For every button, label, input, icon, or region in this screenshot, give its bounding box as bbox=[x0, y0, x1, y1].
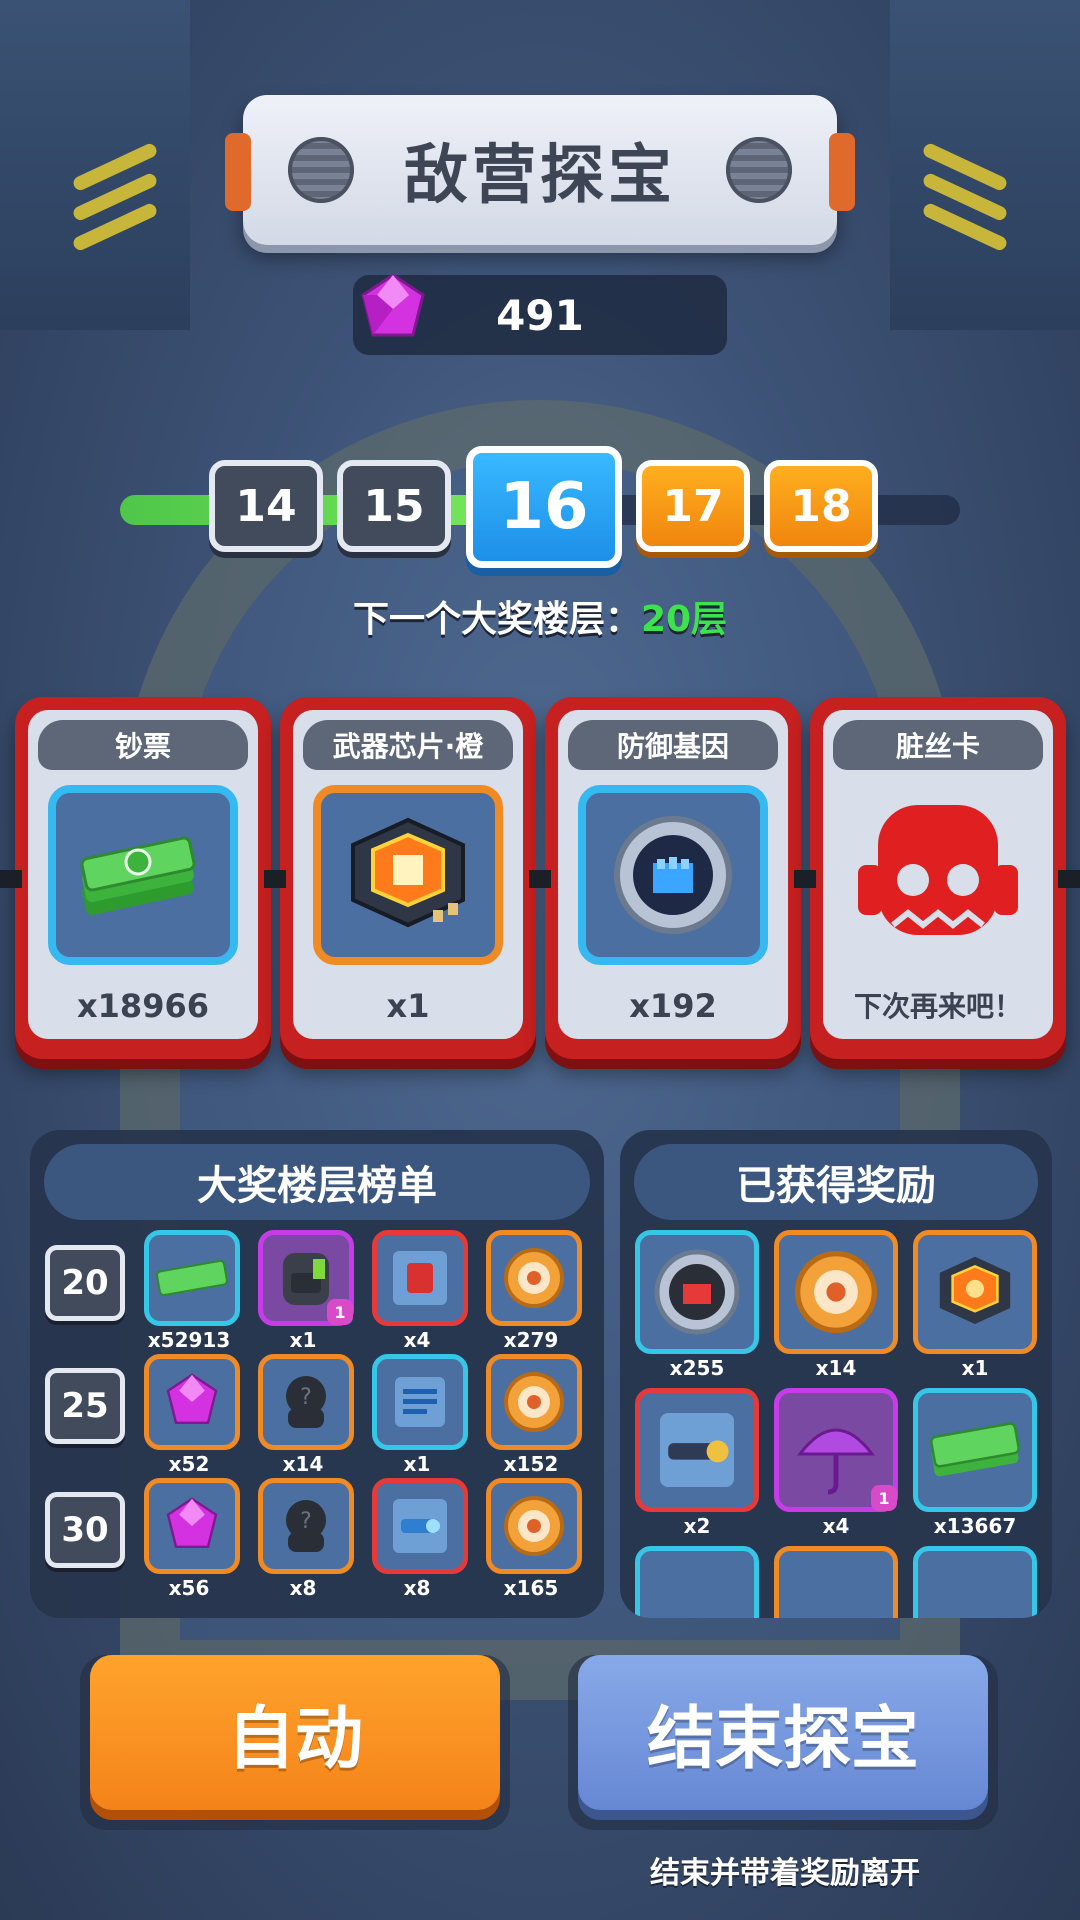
card-title: 武器芯片·橙 bbox=[303, 720, 513, 770]
earned-rewards-panel: 已获得奖励 x255 x14 x1 x2 1 x4 x13667 bbox=[620, 1130, 1052, 1618]
item-qty: x14 bbox=[815, 1356, 857, 1380]
reward-card-empty[interactable]: 脏丝卡 下次再来吧！ bbox=[810, 697, 1066, 1059]
card-connector bbox=[794, 870, 816, 888]
fist-gene-icon[interactable] bbox=[635, 1230, 759, 1354]
card-connector bbox=[264, 870, 286, 888]
floor-14: 14 bbox=[209, 460, 323, 552]
cash-icon bbox=[80, 836, 196, 915]
blueprint-icon[interactable] bbox=[372, 1354, 468, 1450]
defense-gene-icon bbox=[614, 816, 732, 934]
target-coin-icon[interactable] bbox=[486, 1230, 582, 1326]
cash-icon[interactable] bbox=[913, 1388, 1037, 1512]
defense-gene-icon[interactable] bbox=[913, 1546, 1037, 1618]
card-connector bbox=[529, 870, 551, 888]
item-qty: x8 bbox=[289, 1576, 317, 1600]
panel-title: 大奖楼层榜单 bbox=[44, 1144, 590, 1220]
jackpot-row-floor: 25 bbox=[45, 1368, 125, 1444]
gem-counter: 491 bbox=[353, 273, 727, 355]
card-icon-frame bbox=[578, 785, 768, 965]
reward-card-cash[interactable]: 钞票 x18966 bbox=[15, 697, 271, 1059]
end-button-wrap: 结束探宝 bbox=[568, 1655, 998, 1830]
item-qty: x52913 bbox=[147, 1328, 231, 1352]
bolt-icon bbox=[726, 137, 792, 203]
jackpot-row-floor: 30 bbox=[45, 1492, 125, 1568]
background-wall-right bbox=[890, 0, 1080, 330]
card-quantity: x1 bbox=[386, 987, 430, 1025]
item-qty: x14 bbox=[282, 1452, 324, 1476]
panel-title: 已获得奖励 bbox=[634, 1144, 1038, 1220]
gem-icon[interactable] bbox=[144, 1478, 240, 1574]
floor-17: 17 bbox=[636, 460, 750, 552]
next-jackpot-label: 下一个大奖楼层： bbox=[352, 599, 641, 640]
gem-icon bbox=[361, 273, 425, 337]
gear-chip-icon[interactable] bbox=[913, 1230, 1037, 1354]
mystery-icon[interactable]: ? bbox=[258, 1354, 354, 1450]
next-jackpot-value: 20层 bbox=[640, 599, 728, 640]
floor-18: 18 bbox=[764, 460, 878, 552]
item-qty: x8 bbox=[403, 1576, 431, 1600]
item-qty: x1 bbox=[403, 1452, 431, 1476]
skull-monster-icon bbox=[858, 805, 1018, 935]
card-connector bbox=[1058, 870, 1080, 888]
page-title: 敌营探宝 bbox=[404, 139, 676, 213]
umbrella-icon[interactable]: 1 bbox=[774, 1388, 898, 1512]
svg-text:?: ? bbox=[300, 1509, 312, 1534]
item-qty: x4 bbox=[822, 1514, 850, 1538]
reward-card-defense-gene[interactable]: 防御基因 x192 bbox=[545, 697, 801, 1059]
backpack-icon[interactable]: 1 bbox=[258, 1230, 354, 1326]
cash-icon[interactable] bbox=[144, 1230, 240, 1326]
card-quantity: 下次再来吧！ bbox=[853, 990, 1022, 1023]
reward-card-weapon-chip[interactable]: 武器芯片·橙 x1 bbox=[280, 697, 536, 1059]
item-qty: x56 bbox=[168, 1576, 210, 1600]
item-qty: x2 bbox=[683, 1514, 711, 1538]
item-qty: x4 bbox=[403, 1328, 431, 1352]
blueprint-icon[interactable] bbox=[635, 1546, 759, 1618]
background-wall-left bbox=[0, 0, 190, 330]
item-qty: x52 bbox=[168, 1452, 210, 1476]
card-quantity: x192 bbox=[629, 987, 717, 1025]
item-badge: 1 bbox=[871, 1485, 897, 1511]
gem-count: 491 bbox=[496, 290, 584, 340]
card-icon-frame bbox=[313, 785, 503, 965]
card-title: 钞票 bbox=[38, 720, 248, 770]
floor-16-current: 16 bbox=[466, 446, 622, 568]
card-title: 防御基因 bbox=[568, 720, 778, 770]
jackpot-row-floor: 20 bbox=[45, 1245, 125, 1321]
next-jackpot-floor: 下一个大奖楼层：20层 bbox=[0, 590, 1080, 642]
card-icon-frame bbox=[48, 785, 238, 965]
auto-button[interactable]: 自动 bbox=[90, 1655, 500, 1810]
item-qty: x279 bbox=[503, 1328, 559, 1352]
weapon-card-icon[interactable] bbox=[372, 1478, 468, 1574]
auto-button-wrap: 自动 bbox=[80, 1655, 510, 1830]
end-hint-text: 结束并带着奖励离开 bbox=[650, 1856, 920, 1891]
armor-card-icon[interactable] bbox=[372, 1230, 468, 1326]
title-plate: 敌营探宝 bbox=[225, 95, 855, 245]
item-qty: x152 bbox=[503, 1452, 559, 1476]
mystery-icon[interactable]: ? bbox=[258, 1478, 354, 1574]
svg-text:?: ? bbox=[300, 1385, 312, 1410]
item-qty: x165 bbox=[503, 1576, 559, 1600]
floor-15: 15 bbox=[337, 460, 451, 552]
item-qty: x1 bbox=[289, 1328, 317, 1352]
cannon-card-icon[interactable] bbox=[635, 1388, 759, 1512]
item-qty: x1 bbox=[961, 1356, 989, 1380]
item-qty: x255 bbox=[669, 1356, 725, 1380]
card-connector bbox=[0, 870, 22, 888]
end-exploration-button[interactable]: 结束探宝 bbox=[578, 1655, 988, 1810]
weapon-chip-icon bbox=[351, 817, 465, 928]
item-qty: x13667 bbox=[933, 1514, 1017, 1538]
target-coin-icon[interactable] bbox=[486, 1478, 582, 1574]
gem-icon[interactable] bbox=[144, 1354, 240, 1450]
target-coin-icon[interactable] bbox=[486, 1354, 582, 1450]
card-title: 脏丝卡 bbox=[833, 720, 1043, 770]
card-quantity: x18966 bbox=[77, 987, 209, 1025]
weapon-chip-icon[interactable] bbox=[774, 1546, 898, 1618]
bolt-icon bbox=[288, 137, 354, 203]
target-coin-icon[interactable] bbox=[774, 1230, 898, 1354]
jackpot-floor-panel: 大奖楼层榜单 20 x52913 1 x1 x4 x279 25 x52 ? x… bbox=[30, 1130, 604, 1618]
item-badge: 1 bbox=[327, 1299, 353, 1325]
